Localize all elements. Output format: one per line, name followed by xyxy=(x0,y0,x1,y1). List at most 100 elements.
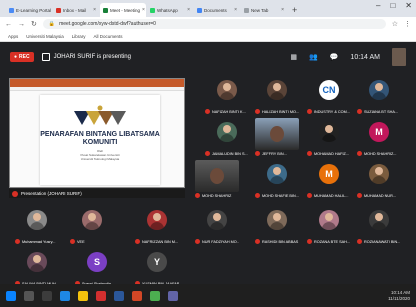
minimize-icon[interactable]: – xyxy=(376,1,380,10)
mic-off-icon xyxy=(357,239,362,244)
reload-icon[interactable]: ↻ xyxy=(31,20,37,28)
chrome-icon[interactable] xyxy=(150,290,160,301)
bookmark-item[interactable]: All Documents xyxy=(94,34,123,39)
bookmark-item[interactable]: Apps xyxy=(8,34,18,39)
mic-off-icon xyxy=(12,190,18,197)
participant-tile[interactable]: RASHIDI BIN ABBAS xyxy=(255,206,299,246)
tray-time: 10:14 AM xyxy=(390,289,410,295)
avatar: Y xyxy=(147,252,167,272)
avatar-letter: S xyxy=(93,257,100,267)
participant-tile[interactable]: HALIZAH BINTI MO... xyxy=(255,76,299,116)
browser-tab[interactable]: E-Learning Portal× xyxy=(6,3,52,17)
tab-close-icon[interactable]: × xyxy=(187,7,190,13)
participant-tile[interactable]: NAFRIZZAN BIN M... xyxy=(135,206,179,246)
ppt-ribbon xyxy=(10,79,184,87)
mic-off-icon xyxy=(195,193,200,198)
tab-label: New Tab xyxy=(251,7,269,13)
participant-tile[interactable]: MOHD SHAHRIZ xyxy=(195,160,239,200)
bookmark-item[interactable]: Library xyxy=(72,34,86,39)
slide-subtext: Oleh Pusat Sukarelawan Universiti Univer… xyxy=(80,149,119,161)
participant-tile[interactable]: MOHAMAD HAFIZ... xyxy=(307,118,351,158)
participant-tile[interactable]: JAMALUDIN BIN S... xyxy=(205,118,249,158)
tab-favicon-icon xyxy=(56,7,61,13)
participant-name: MUHAMAD HALIL... xyxy=(314,193,349,198)
participant-caption: MUHAMAD NUR... xyxy=(357,193,401,198)
system-tray-clock[interactable]: 10:14 AM 11/11/2020 xyxy=(388,290,410,302)
bookmark-item[interactable]: Universiti Malaysia xyxy=(26,34,64,39)
acrobat-icon[interactable] xyxy=(96,290,106,301)
tab-close-icon[interactable]: × xyxy=(93,7,96,13)
star-logo-icon xyxy=(74,105,126,125)
teams-icon[interactable] xyxy=(168,290,178,301)
participant-tile[interactable]: Muhammad Yusry... xyxy=(15,206,59,246)
participant-tile[interactable]: JEFFRY BIN... xyxy=(255,118,299,158)
participant-tile[interactable]: MOHD SHAFIE BIN... xyxy=(255,160,299,200)
word-icon[interactable] xyxy=(114,290,124,301)
mic-off-icon xyxy=(205,151,210,156)
powerpoint-icon[interactable] xyxy=(132,290,142,301)
url-text: meet.google.com/xyw-dstd-dwf?authuser=0 xyxy=(59,21,156,27)
avatar xyxy=(267,80,287,100)
self-view-thumbnail[interactable] xyxy=(392,48,406,66)
search-icon[interactable] xyxy=(24,290,34,301)
participant-tile[interactable]: VEE xyxy=(70,206,114,246)
lock-icon: 🔒 xyxy=(48,21,56,27)
participant-caption: VEE xyxy=(70,239,114,244)
browser-tab[interactable]: Inbox - Mail × xyxy=(53,3,99,17)
file-explorer-icon[interactable] xyxy=(78,290,88,301)
tab-close-icon[interactable]: × xyxy=(281,7,284,13)
slide-subtext-3: Universiti Teknologi Malaysia xyxy=(80,157,120,161)
participant-tile[interactable]: M MUHAMAD HALIL... xyxy=(307,160,351,200)
maximize-icon[interactable]: □ xyxy=(390,1,395,10)
presenting-indicator: JOHARI SURIF is presenting xyxy=(41,53,131,61)
browser-tab[interactable]: WhatsApp × xyxy=(147,3,193,17)
participant-name: NAFIZAH BINTI K... xyxy=(212,109,246,114)
participant-caption: MOHD SHAFIE BIN... xyxy=(255,193,299,198)
star-icon[interactable]: ☆ xyxy=(392,20,398,28)
tab-close-icon[interactable]: × xyxy=(142,7,145,13)
mic-off-icon xyxy=(255,109,260,114)
participant-tile[interactable]: M MOHD SHAHRIZ... xyxy=(357,118,401,158)
participant-tile[interactable]: SSyarni Shahrudin xyxy=(75,248,119,288)
windows-taskbar: 10:14 AM 11/11/2020 xyxy=(0,284,416,307)
rec-label: REC xyxy=(19,54,30,60)
forward-icon[interactable]: → xyxy=(18,21,25,28)
edge-icon[interactable] xyxy=(60,290,70,301)
participant-tile[interactable]: ROZANA BTE SAH... xyxy=(307,206,351,246)
participant-tile[interactable]: SUZIANA BT SHA... xyxy=(357,76,401,116)
windows-start-icon[interactable] xyxy=(6,290,16,301)
browser-tab[interactable]: New Tab × xyxy=(241,3,287,17)
tab-favicon-icon xyxy=(103,7,108,13)
browser-tab[interactable]: Meet - Meeting × xyxy=(100,3,146,17)
mic-off-icon xyxy=(307,193,312,198)
participant-tile[interactable]: YYUSMIN BIN JAAFAR xyxy=(135,248,179,288)
avatar-letter: M xyxy=(375,127,383,137)
participant-caption: NUR FADZIYAH MO... xyxy=(195,239,239,244)
browser-tab[interactable]: Documents × xyxy=(194,3,240,17)
participant-tile[interactable]: NUR FADZIYAH MO... xyxy=(195,206,239,246)
participant-tile[interactable]: SALINA BINTI MUH... xyxy=(15,248,59,288)
browser-tab-bar: E-Learning Portal×Inbox - Mail×Meet - Me… xyxy=(0,0,416,17)
back-icon[interactable]: ← xyxy=(5,21,12,28)
participant-tile[interactable]: MUHAMAD NUR... xyxy=(357,160,401,200)
presentation-caption: Presentation (JOHARI SURIF) xyxy=(9,189,185,198)
task-view-icon[interactable] xyxy=(42,290,52,301)
people-icon[interactable]: 👥 xyxy=(309,53,318,61)
participant-name: Muhammad Yusry... xyxy=(22,239,56,244)
chat-icon[interactable]: 💬 xyxy=(330,53,339,61)
participant-name: INDUSTRY & COM... xyxy=(314,109,350,114)
participant-tile[interactable]: ROZIANAWATI BIN... xyxy=(357,206,401,246)
new-tab-button[interactable]: + xyxy=(292,3,297,17)
address-bar[interactable]: 🔒 meet.google.com/xyw-dstd-dwf?authuser=… xyxy=(42,19,386,29)
close-icon[interactable]: ✕ xyxy=(405,1,412,10)
participant-tile[interactable]: CN INDUSTRY & COM... xyxy=(307,76,351,116)
menu-icon[interactable]: ⋮ xyxy=(404,20,411,28)
participant-name: VEE xyxy=(77,239,85,244)
tab-close-icon[interactable]: × xyxy=(234,7,237,13)
participant-caption: JEFFRY BIN... xyxy=(255,151,299,156)
grid-icon[interactable]: ▦ xyxy=(290,53,297,61)
participant-tile[interactable]: NAFIZAH BINTI K... xyxy=(205,76,249,116)
presenter-text: JOHARI SURIF is presenting xyxy=(53,54,131,60)
tray-date: 11/11/2020 xyxy=(388,295,410,301)
participant-caption: SUZIANA BT SHA... xyxy=(357,109,401,114)
